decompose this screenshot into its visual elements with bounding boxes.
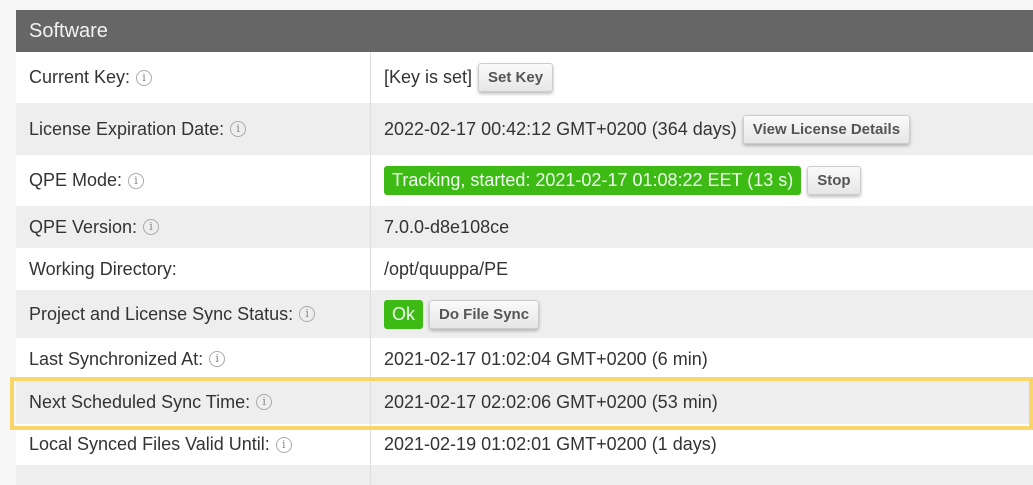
row-current-key: Current Key: i [Key is set] Set Key <box>16 52 1033 103</box>
info-icon[interactable]: i <box>209 351 226 367</box>
info-icon[interactable]: i <box>299 306 316 322</box>
info-icon[interactable]: i <box>136 69 153 86</box>
row-qpe-mode: QPE Mode: i Tracking, started: 2021-02-17… <box>16 155 1033 206</box>
row-value: 2021-02-19 01:02:01 GMT+0200 (1 days) <box>384 434 717 454</box>
row-next-scheduled-sync: Next Scheduled Sync Time: i 2021-02-17 02… <box>16 380 1033 424</box>
row-label: QPE Mode: <box>29 170 123 190</box>
row-last-synchronized: Last Synchronized At: i 2021-02-17 01:02:… <box>16 338 1033 380</box>
row-sync-status: Project and License Sync Status: i Ok Do F… <box>16 290 1033 338</box>
stop-button[interactable]: Stop <box>807 166 861 195</box>
row-license-expiration: License Expiration Date: i 2022-02-17 00:… <box>16 103 1033 155</box>
row-label: Project and License Sync Status: <box>29 303 294 324</box>
info-icon[interactable]: i <box>128 172 145 189</box>
row-value: 2022-02-17 00:42:12 GMT+0200 (364 days) <box>384 118 737 139</box>
tracking-status-badge: Tracking, started: 2021-02-17 01:08:22 E… <box>384 166 802 195</box>
row-label: Current Key: <box>29 67 131 87</box>
info-icon[interactable]: i <box>230 121 247 137</box>
software-table: Current Key: i [Key is set] Set Key Licens… <box>16 52 1033 485</box>
sync-ok-badge: Ok <box>384 299 424 329</box>
row-label: Working Directory: <box>29 258 177 279</box>
row-partial <box>16 465 1033 485</box>
row-value: 7.0.0-d8e108ce <box>384 216 510 237</box>
row-label: License Expiration Date: <box>29 118 225 139</box>
do-file-sync-button[interactable]: Do File Sync <box>429 299 540 329</box>
info-icon[interactable]: i <box>143 219 160 235</box>
row-qpe-version: QPE Version: i 7.0.0-d8e108ce <box>16 206 1033 248</box>
row-value: /opt/quuppa/PE <box>384 258 509 279</box>
row-value: 2021-02-17 02:02:06 GMT+0200 (53 min) <box>384 391 718 412</box>
row-label: Next Scheduled Sync Time: <box>29 391 251 412</box>
info-icon[interactable]: i <box>275 436 292 453</box>
view-license-details-button[interactable]: View License Details <box>742 114 911 144</box>
row-local-files-valid: Local Synced Files Valid Until: i 2021-02… <box>16 424 1033 465</box>
row-working-directory: Working Directory: /opt/quuppa/PE <box>16 248 1033 290</box>
row-label: Last Synchronized At: <box>29 348 204 369</box>
software-panel: Software Current Key: i [Key is set] Set K… <box>16 10 1033 485</box>
info-icon[interactable]: i <box>256 394 273 410</box>
row-label: Local Synced Files Valid Until: <box>29 434 270 454</box>
row-value: [Key is set] <box>384 67 473 87</box>
set-key-button[interactable]: Set Key <box>478 63 554 92</box>
row-label: QPE Version: <box>29 216 138 237</box>
row-value: 2021-02-17 01:02:04 GMT+0200 (6 min) <box>384 348 708 369</box>
section-header: Software <box>16 10 1033 52</box>
